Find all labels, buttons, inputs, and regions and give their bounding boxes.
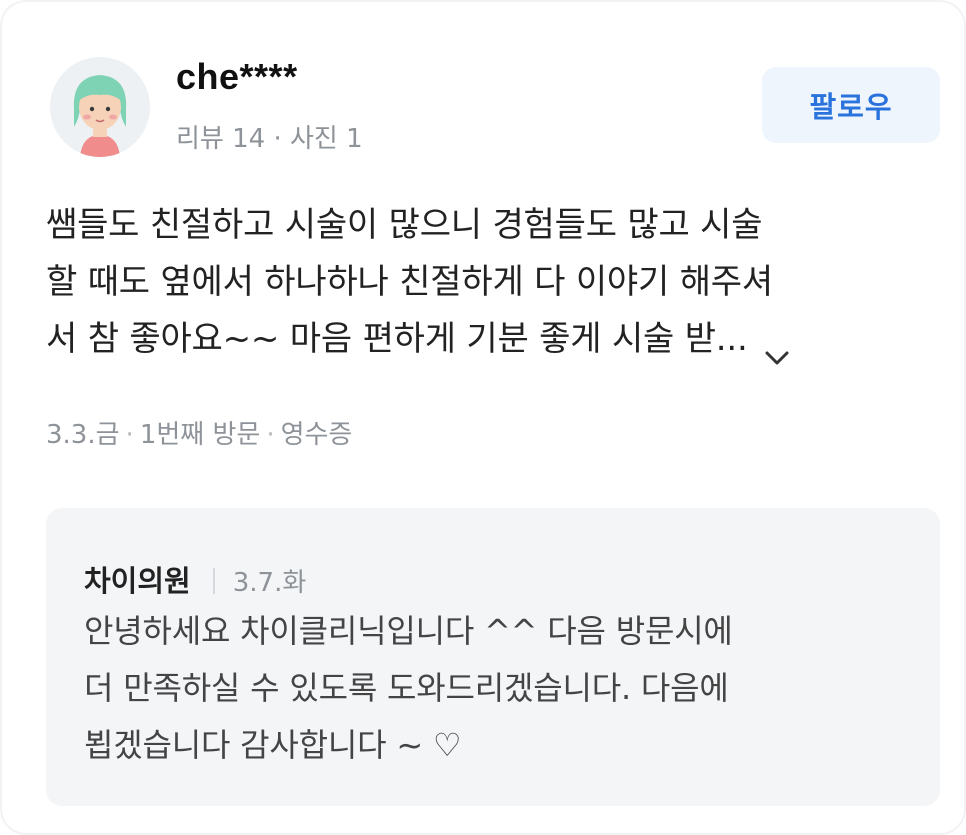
review-line: 서 참 좋아요~~ 마음 편하게 기분 좋게 시술 받... — [46, 319, 748, 359]
review-card: che**** 리뷰 14 · 사진 1 팔로우 쌤들도 친절하고 시술이 많으… — [0, 0, 966, 835]
visit-date: 3.3.금 — [46, 420, 120, 450]
owner-reply: 차이의원 3.7.화 안녕하세요 차이클리닉입니다 ^^ 다음 방문시에 더 만족… — [46, 508, 940, 806]
follow-button[interactable]: 팔로우 — [762, 67, 940, 143]
reply-line: 더 만족하실 수 있도록 도와드리겠습니다. 다음에 — [84, 669, 729, 707]
verification-badge: 영수증 — [280, 420, 353, 450]
reply-body: 안녕하세요 차이클리닉입니다 ^^ 다음 방문시에 더 만족하실 수 있도록 도… — [84, 603, 914, 774]
reviewer-stats: 리뷰 14 · 사진 1 — [176, 124, 363, 154]
separator-dot: · — [125, 420, 134, 450]
avatar-illustration-icon — [50, 57, 150, 157]
visit-count: 1번째 방문 — [139, 420, 261, 450]
visit-meta: 3.3.금 · 1번째 방문 · 영수증 — [46, 414, 352, 451]
separator-dot: · — [266, 420, 275, 450]
reviewer-username[interactable]: che**** — [176, 56, 298, 98]
review-line-last: 서 참 좋아요~~ 마음 편하게 기분 좋게 시술 받... — [46, 311, 926, 368]
reply-line: 안녕하세요 차이클리닉입니다 ^^ 다음 방문시에 — [84, 612, 733, 650]
reply-author: 차이의원 — [84, 564, 191, 598]
avatar[interactable] — [50, 57, 150, 157]
reply-divider — [212, 568, 215, 594]
reply-header: 차이의원 3.7.화 — [84, 558, 306, 600]
reply-line: 뵙겠습니다 감사합니다 ~ ♡ — [84, 726, 462, 764]
reply-date: 3.7.화 — [232, 568, 307, 598]
review-line: 쌤들도 친절하고 시술이 많으니 경험들도 많고 시술 — [46, 205, 763, 245]
chevron-down-icon[interactable] — [762, 330, 792, 364]
review-line: 할 때도 옆에서 하나하나 친절하게 다 이야기 해주셔 — [46, 262, 773, 302]
review-body[interactable]: 쌤들도 친절하고 시술이 많으니 경험들도 많고 시술 할 때도 옆에서 하나하… — [46, 197, 926, 368]
